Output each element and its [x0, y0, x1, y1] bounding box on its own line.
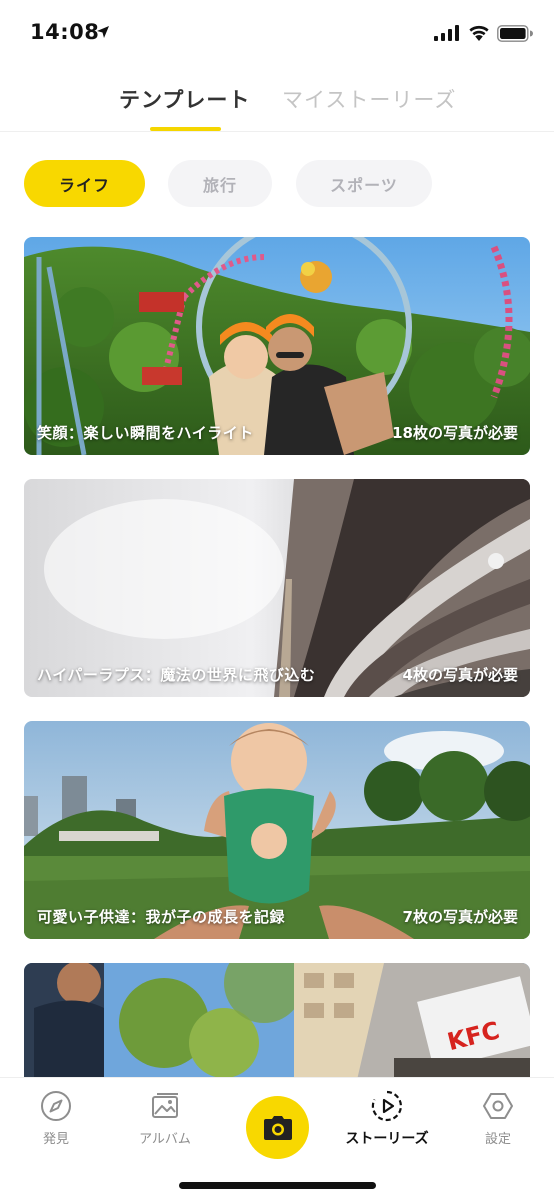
template-card-city[interactable]: KFC	[24, 963, 530, 1093]
template-card-kids[interactable]: 可愛い子供達：我が子の成長を記録 7枚の写真が必要	[24, 721, 530, 939]
template-title: ハイパーラプス：魔法の世界に飛び込む	[37, 666, 316, 684]
status-time: 14:08	[30, 20, 100, 44]
template-photo-count: 7枚の写真が必要	[402, 908, 518, 926]
template-card-hyperlapse[interactable]: ハイパーラプス：魔法の世界に飛び込む 4枚の写真が必要	[24, 479, 530, 697]
nav-label: 設定	[484, 1132, 511, 1147]
nav-item-settings[interactable]: 設定	[453, 1090, 543, 1147]
nav-item-discover[interactable]: 発見	[11, 1090, 101, 1147]
album-icon	[152, 1093, 178, 1118]
tab-templates[interactable]: テンプレート	[119, 84, 250, 114]
tab-my-stories[interactable]: マイストーリーズ	[282, 84, 456, 114]
wifi-icon	[469, 25, 489, 41]
active-tab-indicator	[150, 127, 221, 131]
nav-item-stories[interactable]: ストーリーズ	[342, 1090, 432, 1148]
template-card-smile[interactable]: 笑顔：楽しい瞬間をハイライト 18枚の写真が必要	[24, 237, 530, 455]
location-arrow-icon	[97, 26, 109, 38]
bottom-navigation: 発見 アルバム ストーリーズ 設定	[0, 1077, 554, 1200]
template-title: 可愛い子供達：我が子の成長を記録	[37, 908, 286, 926]
compass-icon	[41, 1091, 71, 1121]
battery-icon	[497, 25, 533, 42]
stories-play-icon	[371, 1090, 402, 1122]
cellular-signal-icon	[434, 25, 459, 41]
hexagon-settings-icon	[483, 1093, 513, 1119]
template-photo-count: 18枚の写真が必要	[392, 424, 518, 442]
camera-button[interactable]	[246, 1096, 309, 1159]
home-indicator	[179, 1182, 376, 1189]
template-photo-count: 4枚の写真が必要	[402, 666, 518, 684]
nav-label: アルバム	[139, 1132, 191, 1147]
filter-chip-travel[interactable]: 旅行	[168, 160, 272, 207]
nav-label: 発見	[42, 1132, 69, 1147]
camera-icon	[263, 1115, 292, 1140]
template-title: 笑顔：楽しい瞬間をハイライト	[37, 424, 254, 442]
filter-chip-life[interactable]: ライフ	[24, 160, 145, 207]
filter-chip-sports[interactable]: スポーツ	[296, 160, 432, 207]
template-thumbnail-city-image: KFC	[24, 963, 530, 1093]
status-bar: 14:08	[0, 0, 554, 68]
nav-item-album[interactable]: アルバム	[120, 1090, 210, 1147]
nav-label: ストーリーズ	[345, 1131, 429, 1147]
top-tabs: テンプレート マイストーリーズ	[0, 80, 554, 132]
